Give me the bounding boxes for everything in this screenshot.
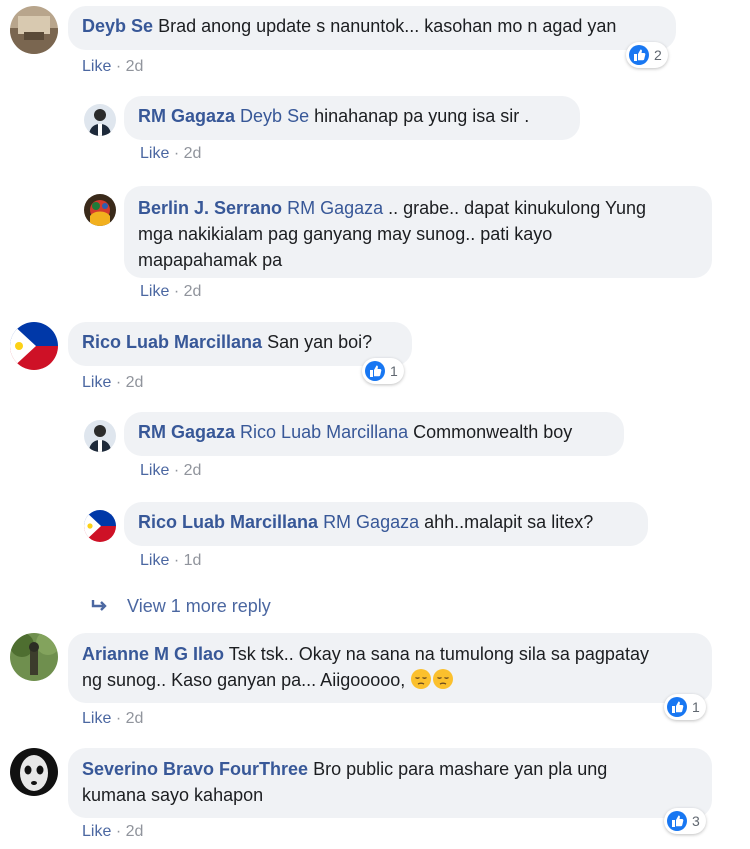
- avatar[interactable]: [84, 104, 116, 136]
- timestamp[interactable]: 2d: [126, 823, 144, 840]
- comment-bubble: Rico Luab Marcillana RM Gagaza ahh..mala…: [124, 502, 648, 546]
- reaction-count-label: 3: [692, 813, 700, 829]
- view-more-label[interactable]: View 1 more reply: [127, 596, 271, 616]
- comment-line: Berlin J. Serrano RM Gagaza .. grabe.. d…: [138, 195, 698, 221]
- meta-separator: ·: [173, 552, 180, 569]
- timestamp[interactable]: 2d: [184, 145, 202, 162]
- comment-text: mga nakikialam pag ganyang may sunog.. p…: [138, 224, 553, 244]
- reaction-count-label: 2: [654, 47, 662, 63]
- comment-text: San yan boi?: [267, 332, 373, 352]
- comment-actions: Like · 2d: [82, 710, 143, 728]
- pensive-face-emoji-icon: [411, 669, 432, 689]
- like-link[interactable]: Like: [140, 145, 169, 162]
- comment-text: .. grabe.. dapat kinukulong Yung: [388, 198, 647, 218]
- like-reaction-icon: [667, 811, 687, 831]
- like-link[interactable]: Like: [140, 552, 169, 569]
- comment-text: mapapahamak pa: [138, 250, 283, 270]
- like-link[interactable]: Like: [140, 283, 169, 300]
- comment-actions: Like · 2d: [82, 58, 143, 76]
- like-link[interactable]: Like: [82, 823, 111, 840]
- avatar[interactable]: [10, 748, 58, 796]
- meta-separator: ·: [115, 374, 122, 391]
- comment-author[interactable]: Severino Bravo FourThree: [82, 759, 308, 779]
- comment-bubble: RM Gagaza Rico Luab Marcillana Commonwea…: [124, 412, 624, 456]
- reaction-count-label: 1: [390, 363, 398, 379]
- comment-text: ahh..malapit sa litex?: [424, 512, 594, 532]
- comment-actions: Like · 2d: [140, 462, 201, 480]
- comment-text: kumana sayo kahapon: [82, 785, 264, 805]
- comment-author[interactable]: Berlin J. Serrano: [138, 198, 282, 218]
- timestamp[interactable]: 2d: [126, 374, 144, 391]
- comment-bubble: Severino Bravo FourThree Bro public para…: [68, 748, 712, 818]
- like-link[interactable]: Like: [82, 710, 111, 727]
- comment-actions: Like · 2d: [82, 374, 143, 392]
- mention-link[interactable]: Rico Luab Marcillana: [240, 422, 408, 442]
- comment-author[interactable]: Deyb Se: [82, 16, 153, 36]
- comment-line: ng sunog.. Kaso ganyan pa... Aiigooooo,: [82, 667, 698, 693]
- avatar[interactable]: [84, 510, 116, 542]
- comment-line: Severino Bravo FourThree Bro public para…: [82, 756, 698, 782]
- comment-text: Bro public para mashare yan pla ung: [313, 759, 608, 779]
- meta-separator: ·: [115, 58, 122, 75]
- like-reaction-icon: [667, 697, 687, 717]
- reaction-count-label: 1: [692, 699, 700, 715]
- comment-author[interactable]: Rico Luab Marcillana: [138, 512, 318, 532]
- comment-text: Commonwealth boy: [413, 422, 573, 442]
- comment-bubble: Arianne M G Ilao Tsk tsk.. Okay na sana …: [68, 633, 712, 703]
- comment-actions: Like · 2d: [82, 823, 143, 841]
- timestamp[interactable]: 2d: [126, 710, 144, 727]
- comment-text: hinahanap pa yung isa sir .: [314, 106, 530, 126]
- like-link[interactable]: Like: [140, 462, 169, 479]
- mention-link[interactable]: RM Gagaza: [287, 198, 383, 218]
- comment-text: Tsk tsk.. Okay na sana na tumulong sila …: [228, 644, 649, 664]
- comment-bubble: Rico Luab Marcillana San yan boi?: [68, 322, 412, 366]
- comment-actions: Like · 2d: [140, 145, 201, 163]
- like-reaction-icon: [365, 361, 385, 381]
- reply-arrow-icon: [91, 600, 107, 611]
- avatar[interactable]: [10, 322, 58, 370]
- like-link[interactable]: Like: [82, 58, 111, 75]
- avatar[interactable]: [84, 420, 116, 452]
- meta-separator: ·: [173, 145, 180, 162]
- comment-bubble: Deyb Se Brad anong update s nanuntok... …: [68, 6, 676, 50]
- timestamp[interactable]: 2d: [184, 462, 202, 479]
- timestamp[interactable]: 1d: [184, 552, 202, 569]
- comment-text: Brad anong update s nanuntok... kasohan …: [158, 16, 617, 36]
- comment-text: ng sunog.. Kaso ganyan pa... Aiigooooo,: [82, 670, 406, 690]
- comment-author[interactable]: RM Gagaza: [138, 422, 235, 442]
- comment-actions: Like · 1d: [140, 552, 201, 570]
- timestamp[interactable]: 2d: [126, 58, 144, 75]
- comment-line: Arianne M G Ilao Tsk tsk.. Okay na sana …: [82, 641, 698, 667]
- avatar[interactable]: [10, 6, 58, 54]
- avatar[interactable]: [84, 194, 116, 226]
- avatar[interactable]: [10, 633, 58, 681]
- like-link[interactable]: Like: [82, 374, 111, 391]
- comment-author[interactable]: Arianne M G Ilao: [82, 644, 224, 664]
- timestamp[interactable]: 2d: [184, 283, 202, 300]
- meta-separator: ·: [115, 823, 122, 840]
- like-reaction-icon: [629, 45, 649, 65]
- reaction-count[interactable]: 2: [626, 42, 668, 68]
- mention-link[interactable]: Deyb Se: [240, 106, 309, 126]
- mention-link[interactable]: RM Gagaza: [323, 512, 419, 532]
- reaction-count[interactable]: 3: [664, 808, 706, 834]
- comment-bubble: Berlin J. Serrano RM Gagaza .. grabe.. d…: [124, 186, 712, 278]
- reaction-count[interactable]: 1: [362, 358, 404, 384]
- meta-separator: ·: [173, 283, 180, 300]
- meta-separator: ·: [115, 710, 122, 727]
- comment-author[interactable]: Rico Luab Marcillana: [82, 332, 262, 352]
- comment-actions: Like · 2d: [140, 283, 201, 301]
- comment-bubble: RM Gagaza Deyb Se hinahanap pa yung isa …: [124, 96, 580, 140]
- view-more-replies[interactable]: View 1 more reply: [90, 596, 271, 617]
- meta-separator: ·: [173, 462, 180, 479]
- comment-author[interactable]: RM Gagaza: [138, 106, 235, 126]
- pensive-face-emoji-icon: [433, 669, 454, 689]
- reaction-count[interactable]: 1: [664, 694, 706, 720]
